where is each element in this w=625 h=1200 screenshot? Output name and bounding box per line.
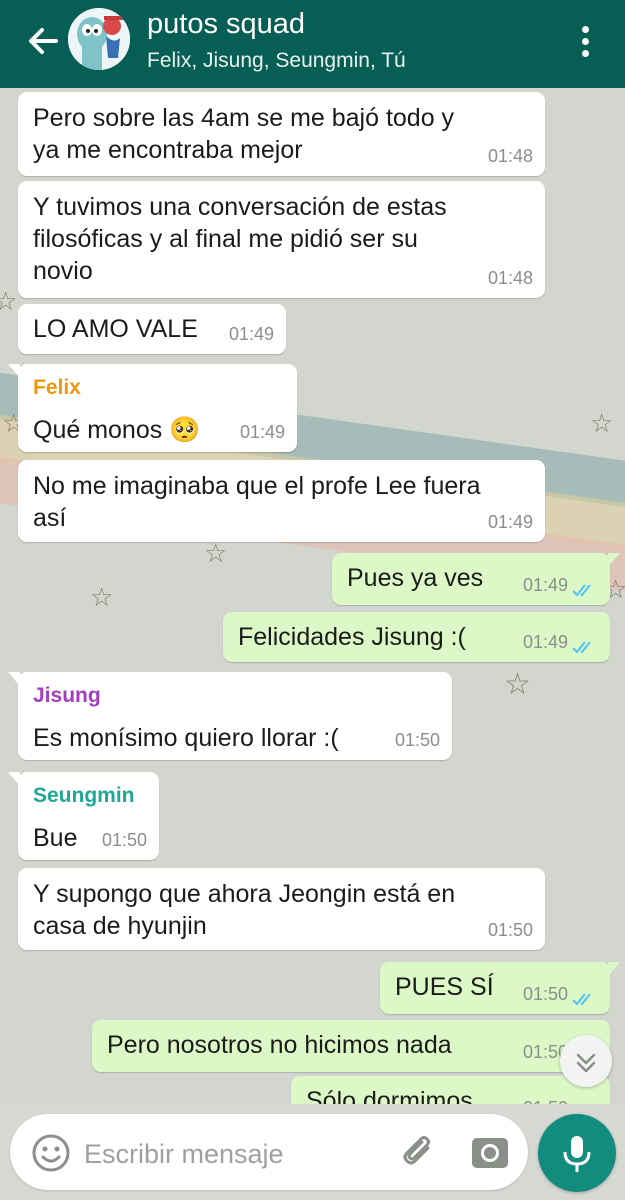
- message-text: No me imaginaba que el profe Lee fuera a…: [33, 472, 481, 532]
- message-text: Pero sobre las 4am se me bajó todo y ya …: [33, 104, 455, 164]
- message-time: 01:50: [487, 920, 533, 940]
- emoji-button[interactable]: [30, 1132, 72, 1174]
- paperclip-icon: [403, 1136, 430, 1165]
- more-vert-icon: [572, 26, 598, 57]
- double-check-icon: [572, 993, 591, 1006]
- message-text: Pues ya ves: [347, 564, 484, 592]
- incoming-message[interactable]: Felix Qué monos 🥺 01:49: [8, 364, 297, 452]
- star-decoration-icon: ☆: [0, 286, 18, 316]
- star-decoration-icon: ☆: [590, 408, 614, 438]
- message-time: 01:50: [101, 830, 147, 850]
- incoming-message[interactable]: Pero sobre las 4am se me bajó todo y ya …: [18, 92, 545, 176]
- incoming-message[interactable]: Y supongo que ahora Jeongin está en casa…: [18, 868, 545, 950]
- chat-participants[interactable]: Felix, Jisung, Seungmin, Tú: [147, 49, 406, 73]
- star-decoration-icon: ☆: [204, 538, 228, 568]
- attach-button[interactable]: [398, 1132, 440, 1174]
- group-avatar[interactable]: [68, 8, 130, 70]
- message-time: 01:49: [239, 422, 285, 442]
- double-check-icon: [572, 641, 591, 654]
- sender-name: Felix: [33, 376, 81, 399]
- message-text: PUES SÍ: [395, 973, 494, 1001]
- message-text: Y tuvimos una conversación de estas filo…: [33, 193, 447, 285]
- double-check-icon: [572, 584, 591, 597]
- incoming-message[interactable]: Jisung Es monísimo quiero llorar :( 01:5…: [8, 672, 452, 760]
- incoming-message[interactable]: Y tuvimos una conversación de estas filo…: [18, 181, 545, 298]
- message-time: 01:49: [487, 512, 533, 532]
- emoji-icon: [32, 1134, 70, 1172]
- camera-button[interactable]: [468, 1132, 512, 1174]
- mic-icon: [563, 1136, 591, 1172]
- camera-icon: [472, 1138, 508, 1168]
- incoming-message[interactable]: LO AMO VALE 01:49: [18, 304, 286, 354]
- message-input-placeholder[interactable]: Escribir mensaje: [84, 1139, 284, 1170]
- message-time: 01:49: [228, 324, 274, 344]
- message-text: LO AMO VALE: [33, 315, 198, 343]
- incoming-message[interactable]: Seungmin Bue 01:50: [8, 772, 159, 860]
- avatar-image: [68, 8, 130, 70]
- sender-name: Jisung: [33, 684, 101, 707]
- message-text: Y supongo que ahora Jeongin está en casa…: [33, 880, 456, 940]
- outgoing-message[interactable]: Pues ya ves 01:49: [332, 553, 620, 605]
- incoming-message[interactable]: No me imaginaba que el profe Lee fuera a…: [18, 460, 545, 542]
- chat-title[interactable]: putos squad: [147, 8, 305, 41]
- arrow-left-icon: [29, 28, 58, 54]
- outgoing-message[interactable]: PUES SÍ 01:50: [380, 962, 620, 1014]
- message-text: Qué monos 🥺: [33, 416, 201, 444]
- star-decoration-icon: ☆: [90, 582, 114, 612]
- back-button[interactable]: [24, 22, 62, 60]
- message-time: 01:50: [522, 984, 568, 1004]
- chevron-double-down-icon: [576, 1053, 596, 1073]
- message-text: Bue: [33, 824, 78, 852]
- message-time: 01:49: [522, 575, 568, 595]
- scroll-to-bottom-button[interactable]: [560, 1035, 612, 1087]
- message-text: Felicidades Jisung :(: [238, 623, 466, 651]
- message-time: 01:48: [487, 146, 533, 166]
- outgoing-message[interactable]: Pero nosotros no hicimos nada 01:50: [92, 1020, 610, 1072]
- message-text: Es monísimo quiero llorar :(: [33, 724, 339, 752]
- message-time: 01:50: [394, 730, 440, 750]
- sender-name: Seungmin: [33, 784, 135, 807]
- star-decoration-icon: ☆: [504, 668, 531, 701]
- message-input-container[interactable]: Escribir mensaje: [10, 1114, 528, 1190]
- voice-message-button[interactable]: [538, 1114, 616, 1192]
- message-text: Pero nosotros no hicimos nada: [107, 1031, 452, 1059]
- message-time: 01:49: [522, 632, 568, 652]
- outgoing-message[interactable]: Felicidades Jisung :( 01:49: [223, 612, 610, 662]
- more-options-button[interactable]: [572, 22, 598, 62]
- chat-header: putos squad Felix, Jisung, Seungmin, Tú: [0, 0, 625, 88]
- message-time: 01:48: [487, 268, 533, 288]
